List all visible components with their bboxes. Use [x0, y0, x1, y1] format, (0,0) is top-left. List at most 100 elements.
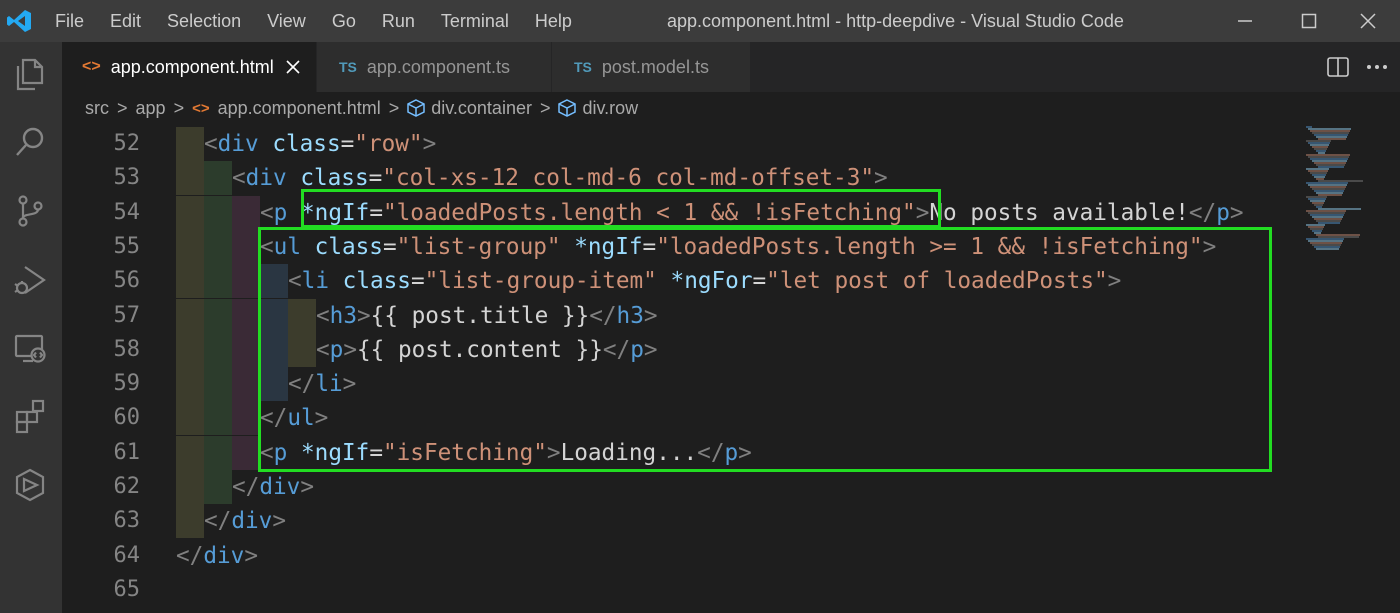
activity-bar	[0, 42, 62, 613]
line-number: 56	[113, 268, 141, 294]
indent-guide	[204, 401, 232, 436]
breadcrumb-div-row[interactable]: div.row	[582, 98, 638, 119]
indent-guide	[204, 332, 232, 367]
tab-app-component-ts[interactable]: TS app.component.ts	[317, 42, 551, 92]
breadcrumb-app[interactable]: app	[136, 98, 166, 119]
remote-explorer-icon	[14, 334, 46, 363]
line-number: 64	[113, 542, 141, 568]
explorer-icon	[16, 58, 44, 91]
indent-guide	[232, 332, 260, 367]
angular-button[interactable]	[8, 463, 52, 507]
tab-label: post.model.ts	[601, 56, 709, 77]
breadcrumb-separator: >	[117, 97, 128, 118]
close-window-button[interactable]	[1345, 0, 1391, 42]
line-number: 59	[113, 371, 141, 397]
indent-guide	[176, 470, 204, 504]
menu-run[interactable]: Run	[369, 11, 428, 32]
maximize-button[interactable]	[1286, 0, 1332, 42]
indent-guide	[176, 401, 204, 436]
indent-guide	[176, 264, 204, 299]
menu-selection[interactable]: Selection	[154, 11, 254, 32]
code-line[interactable]: 64 </div>	[62, 539, 1300, 573]
source-control-button[interactable]	[8, 189, 52, 233]
html-file-icon: <>	[82, 58, 101, 75]
html-file-icon: <>	[192, 99, 210, 117]
indent-guide	[204, 195, 232, 230]
menu-view[interactable]: View	[254, 11, 319, 32]
tab-post-model-ts[interactable]: TS post.model.ts	[552, 42, 750, 92]
indent-guide	[232, 401, 260, 436]
tab-label: app.component.html	[110, 56, 274, 77]
line-number: 63	[113, 508, 141, 534]
close-tab-icon[interactable]	[286, 60, 300, 74]
line-number: 65	[113, 576, 141, 602]
indent-guide	[204, 229, 232, 264]
explorer-button[interactable]	[8, 52, 52, 96]
indent-guide	[204, 470, 232, 504]
indent-guide	[204, 298, 232, 333]
minimap-line	[1316, 248, 1339, 250]
search-icon	[16, 127, 44, 156]
code-text: </div>	[232, 474, 314, 500]
indent-guide	[232, 229, 260, 264]
code-text: </div>	[176, 542, 258, 569]
indent-guide	[232, 264, 260, 299]
indent-guide	[232, 367, 260, 402]
breadcrumb-separator: >	[539, 97, 551, 118]
indent-guide	[176, 504, 204, 539]
indent-guide	[204, 367, 232, 402]
breadcrumb-separator: >	[388, 97, 400, 118]
breadcrumb-src[interactable]: src	[85, 98, 109, 119]
editor-tabs: <> app.component.html TS app.component.t…	[62, 42, 1400, 92]
line-number: 61	[113, 439, 141, 465]
line-number: 55	[113, 233, 141, 259]
line-number: 57	[113, 302, 141, 328]
menu-bar: File Edit Selection View Go Run Terminal…	[42, 0, 585, 42]
indent-guide	[176, 195, 204, 230]
menu-terminal[interactable]: Terminal	[428, 11, 522, 32]
indent-guide	[232, 195, 260, 230]
indent-guide	[176, 161, 204, 196]
breadcrumb-div-container[interactable]: div.container	[431, 98, 532, 119]
minimize-button[interactable]	[1222, 0, 1268, 42]
menu-edit[interactable]: Edit	[97, 11, 154, 32]
menu-help[interactable]: Help	[522, 11, 585, 32]
split-editor-icon[interactable]	[1327, 57, 1349, 77]
breadcrumb: src > app > <> app.component.html > div.…	[62, 92, 1400, 124]
indent-guide	[176, 127, 204, 161]
highlight-box-ngif-empty	[301, 189, 941, 228]
code-line[interactable]: 62 </div>	[62, 470, 1300, 504]
tab-label: app.component.ts	[366, 56, 510, 77]
code-line[interactable]: 65	[62, 573, 1300, 607]
search-button[interactable]	[8, 120, 52, 164]
title-bar: File Edit Selection View Go Run Terminal…	[0, 0, 1400, 42]
indent-guide	[176, 229, 204, 264]
breadcrumb-file[interactable]: app.component.html	[218, 98, 381, 119]
menu-file[interactable]: File	[42, 11, 97, 32]
element-cube-icon	[407, 99, 425, 117]
typescript-file-icon: TS	[574, 59, 592, 75]
breadcrumb-separator: >	[173, 97, 185, 118]
vscode-logo-icon	[7, 10, 31, 32]
element-cube-icon	[558, 99, 577, 117]
code-line[interactable]: 63 </div>	[62, 504, 1300, 539]
tab-app-component-html[interactable]: <> app.component.html	[62, 42, 316, 92]
remote-explorer-button[interactable]	[8, 326, 52, 370]
run-debug-icon	[14, 266, 46, 295]
extensions-icon	[15, 399, 45, 434]
code-line[interactable]: 52 <div class="row">	[62, 127, 1300, 161]
code-text: <div class="row">	[204, 131, 437, 157]
indent-guide	[176, 298, 204, 333]
source-control-icon	[18, 195, 43, 227]
close-icon	[1360, 13, 1376, 29]
more-actions-icon[interactable]	[1366, 64, 1388, 70]
minimap[interactable]	[1300, 124, 1400, 613]
indent-guide	[204, 161, 232, 196]
indent-guide	[204, 264, 232, 299]
run-debug-button[interactable]	[8, 258, 52, 302]
menu-go[interactable]: Go	[319, 11, 369, 32]
line-number: 53	[113, 165, 141, 191]
indent-guide	[176, 435, 204, 470]
indent-guide	[176, 332, 204, 367]
extensions-button[interactable]	[8, 394, 52, 438]
